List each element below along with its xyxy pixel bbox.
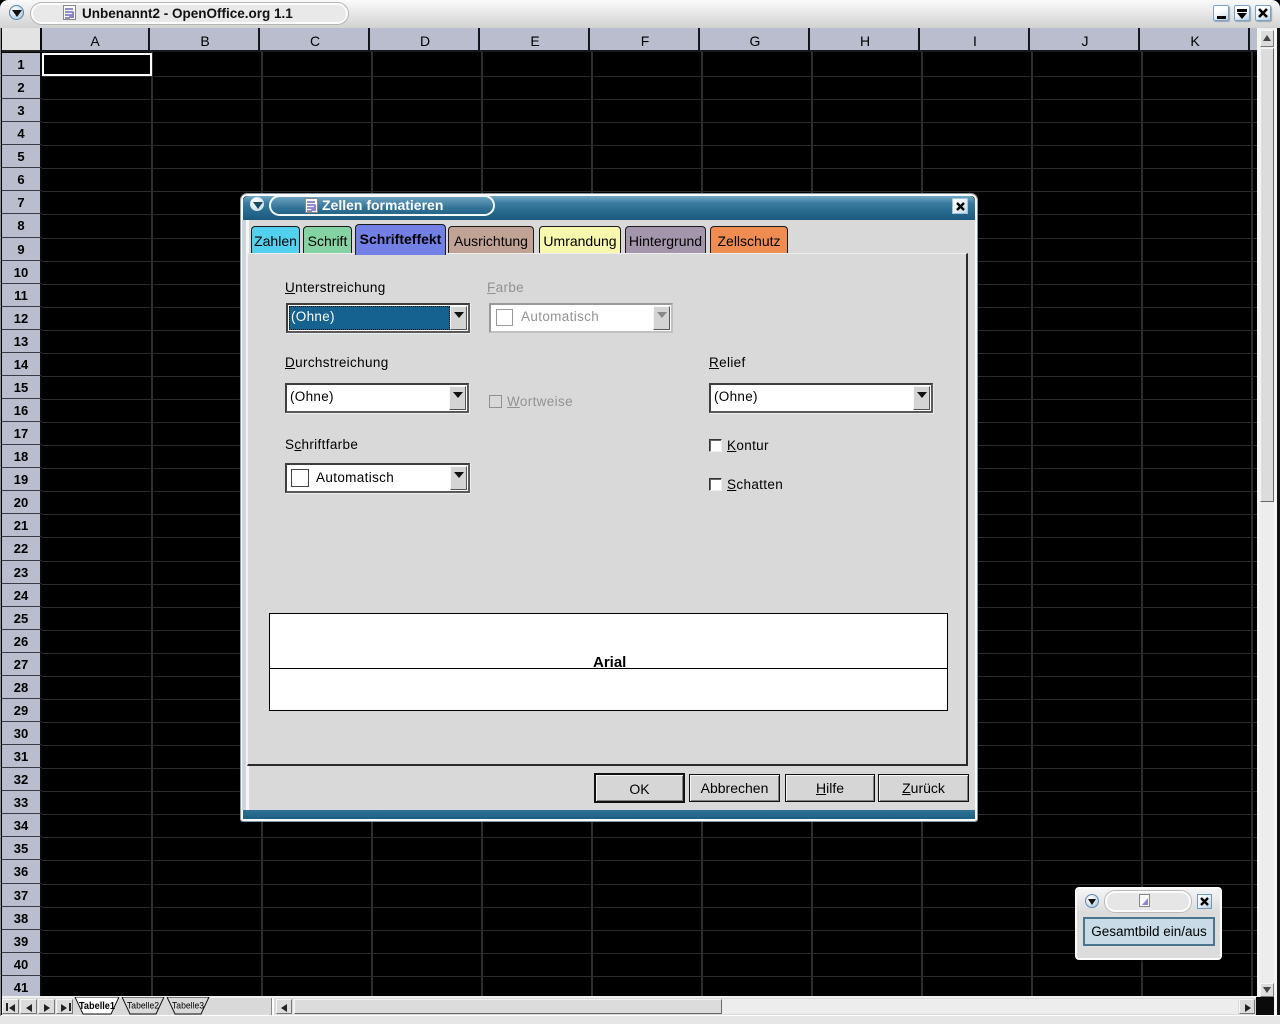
svg-text:Tabelle3: Tabelle3: [172, 1001, 204, 1011]
svg-text:Tabelle1: Tabelle1: [79, 1001, 115, 1012]
svg-text:Tabelle2: Tabelle2: [127, 1001, 159, 1011]
